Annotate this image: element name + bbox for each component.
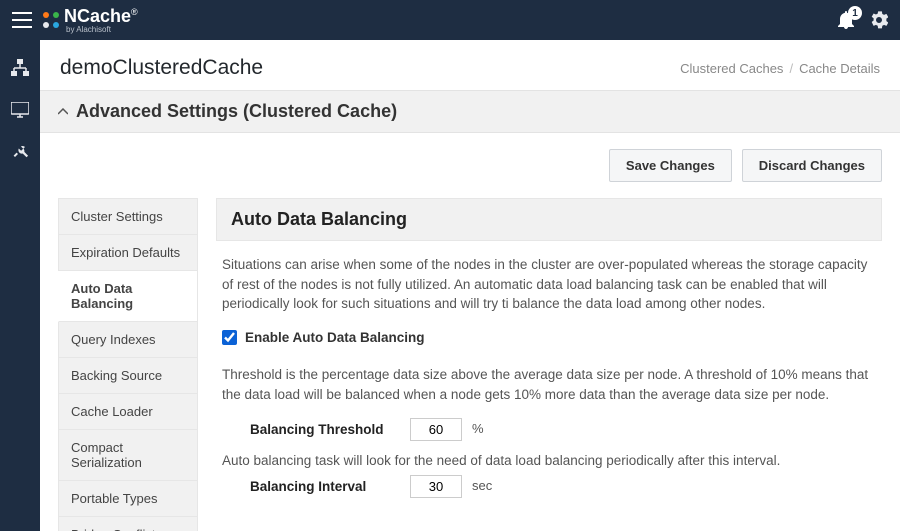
sidenav-item-expiration-defaults[interactable]: Expiration Defaults [59,235,197,271]
sidenav-item-portable-types[interactable]: Portable Types [59,481,197,517]
logo-text: NCache [64,6,131,27]
chevron-up-icon [58,108,68,116]
action-row: Save Changes Discard Changes [58,149,882,182]
sidenav-item-backing-source[interactable]: Backing Source [59,358,197,394]
threshold-label: Balancing Threshold [250,420,400,440]
sidenav-item-bridge-conflict-resolver[interactable]: Bridge Conflict Resolver [59,517,197,531]
enable-label: Enable Auto Data Balancing [245,328,425,348]
page: demoClusteredCache Clustered Caches / Ca… [40,40,900,531]
enable-row: Enable Auto Data Balancing [222,328,876,348]
interval-unit: sec [472,477,492,496]
gear-icon [870,11,888,29]
topbar: NCache ® by Alachisoft 1 [0,0,900,40]
menu-toggle-icon[interactable] [12,12,32,28]
sidenav-item-compact-serialization[interactable]: Compact Serialization [59,430,197,481]
enable-checkbox[interactable] [222,330,237,345]
interval-row: Balancing Interval sec [250,475,876,498]
sidenav-item-auto-data-balancing[interactable]: Auto Data Balancing [58,271,197,322]
settings-sidenav: Cluster Settings Expiration Defaults Aut… [58,198,198,531]
interval-description: Auto balancing task will look for the ne… [222,451,876,471]
breadcrumb-separator: / [789,61,793,76]
threshold-description: Threshold is the percentage data size ab… [222,365,876,404]
rail-item-cluster[interactable] [10,58,30,78]
interval-input[interactable] [410,475,462,498]
discard-button[interactable]: Discard Changes [742,149,882,182]
logo: NCache ® by Alachisoft [42,6,138,34]
panel-body: Situations can arise when some of the no… [216,241,882,522]
section-header[interactable]: Advanced Settings (Clustered Cache) [40,90,900,133]
content: Save Changes Discard Changes Cluster Set… [40,133,900,531]
notifications-button[interactable]: 1 [838,11,854,29]
sidenav-item-cache-loader[interactable]: Cache Loader [59,394,197,430]
breadcrumb-link[interactable]: Clustered Caches [680,61,783,76]
sidenav-item-cluster-settings[interactable]: Cluster Settings [59,199,197,235]
logo-trademark: ® [131,7,138,17]
threshold-input[interactable] [410,418,462,441]
settings-button[interactable] [870,11,888,29]
logo-mark [42,11,60,29]
settings-panel: Auto Data Balancing Situations can arise… [216,198,882,531]
rail-item-monitor[interactable] [10,100,30,120]
sidenav-item-query-indexes[interactable]: Query Indexes [59,322,197,358]
section-title: Advanced Settings (Clustered Cache) [76,101,397,122]
threshold-row: Balancing Threshold % [250,418,876,441]
panel-title: Auto Data Balancing [231,209,867,230]
page-title: demoClusteredCache [60,56,263,80]
notification-count: 1 [848,6,862,20]
threshold-unit: % [472,420,484,439]
breadcrumb-current: Cache Details [799,61,880,76]
panel-title-bar: Auto Data Balancing [216,198,882,241]
page-header: demoClusteredCache Clustered Caches / Ca… [40,40,900,90]
rail-item-tools[interactable] [10,142,30,162]
left-rail [0,40,40,531]
intro-text: Situations can arise when some of the no… [222,255,876,314]
interval-label: Balancing Interval [250,477,400,497]
save-button[interactable]: Save Changes [609,149,732,182]
breadcrumb: Clustered Caches / Cache Details [680,61,880,76]
